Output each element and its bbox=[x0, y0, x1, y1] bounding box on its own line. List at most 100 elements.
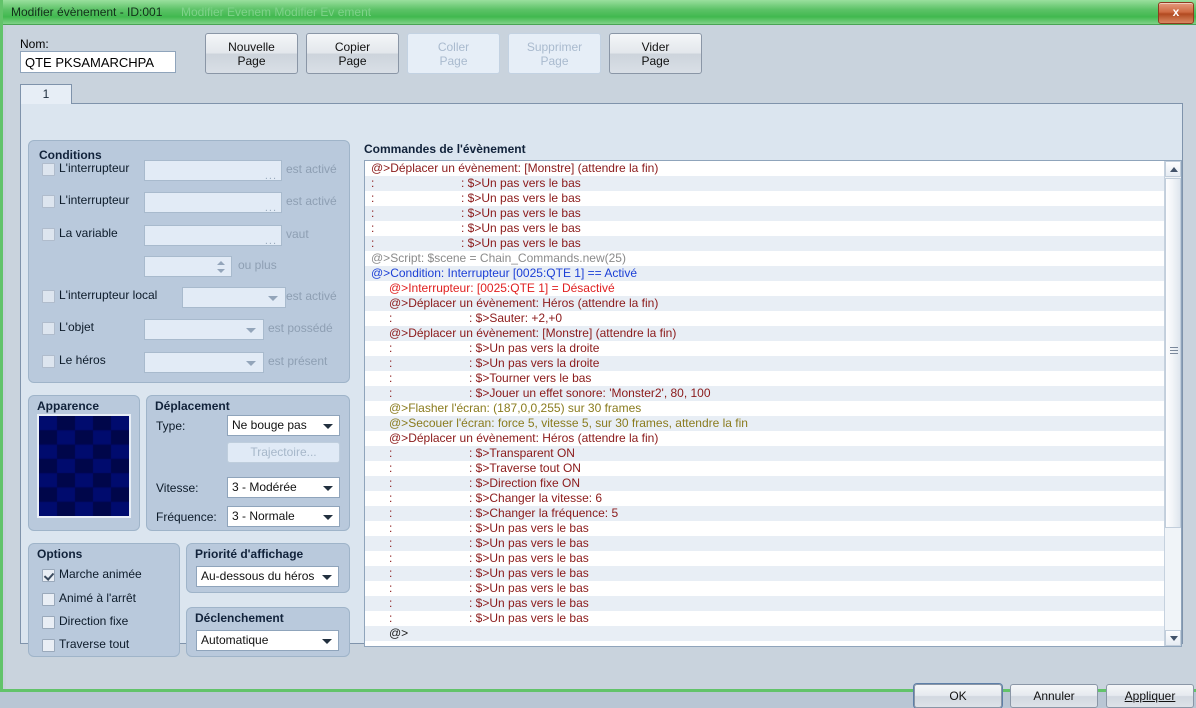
commands-listbox[interactable]: @>Déplacer un évènement: [Monstre] (atte… bbox=[364, 160, 1182, 647]
page-button-line2: Page bbox=[237, 53, 266, 68]
command-row[interactable]: : : $>Changer la vitesse: 6 bbox=[365, 491, 1165, 506]
priorite-combo[interactable]: Au-dessous du héros bbox=[196, 566, 339, 587]
command-row[interactable]: @>Déplacer un évènement: Héros (attendre… bbox=[365, 431, 1165, 446]
condition-spinner-3[interactable] bbox=[144, 256, 232, 277]
command-row[interactable]: @>Flasher l'écran: (187,0,0,255) sur 30 … bbox=[365, 401, 1165, 416]
ok-button[interactable]: OK bbox=[914, 684, 1002, 708]
command-row[interactable]: : : $>Un pas vers le bas bbox=[365, 611, 1165, 626]
condition-field-0[interactable]: ... bbox=[144, 160, 282, 182]
page-button-line2: Page bbox=[338, 53, 367, 68]
condition-checkbox-0[interactable] bbox=[42, 163, 55, 176]
command-row[interactable]: : : $>Un pas vers le bas bbox=[365, 596, 1165, 611]
commands-scrollbar[interactable] bbox=[1164, 161, 1181, 646]
condition-combo-4[interactable] bbox=[182, 287, 286, 308]
condition-suffix-5: est possédé bbox=[268, 321, 333, 335]
command-row[interactable]: : : $>Traverse tout ON bbox=[365, 461, 1165, 476]
command-row[interactable]: : : $>Changer la fréquence: 5 bbox=[365, 506, 1165, 521]
condition-combo-6[interactable] bbox=[144, 352, 264, 373]
command-row[interactable]: @>Déplacer un évènement: [Monstre] (atte… bbox=[365, 326, 1165, 341]
option-checkbox-2[interactable] bbox=[42, 616, 55, 629]
apparence-preview[interactable] bbox=[37, 414, 131, 518]
declenchement-title: Déclenchement bbox=[195, 611, 284, 625]
option-checkbox-1[interactable] bbox=[42, 593, 55, 606]
command-row[interactable]: @>Secouer l'écran: force 5, vitesse 5, s… bbox=[365, 416, 1165, 431]
vitesse-label: Vitesse: bbox=[156, 481, 199, 495]
cancel-button[interactable]: Annuler bbox=[1010, 684, 1098, 708]
command-row[interactable]: @>Déplacer un évènement: [Monstre] (atte… bbox=[365, 161, 1165, 176]
scroll-down-icon[interactable] bbox=[1165, 630, 1181, 646]
type-label: Type: bbox=[156, 419, 186, 433]
browse-ellipsis-icon: ... bbox=[264, 170, 277, 182]
page-button-supprimer: Supprimer Page bbox=[508, 33, 601, 74]
apparence-title: Apparence bbox=[37, 399, 100, 413]
condition-checkbox-1[interactable] bbox=[42, 195, 55, 208]
command-row[interactable]: : : $>Un pas vers la droite bbox=[365, 356, 1165, 371]
command-row[interactable]: : : $>Un pas vers le bas bbox=[365, 236, 1165, 251]
command-row[interactable]: @>Script: $scene = Chain_Commands.new(25… bbox=[365, 251, 1165, 266]
command-row[interactable]: @>Interrupteur: [0025:QTE 1] = Désactivé bbox=[365, 281, 1165, 296]
spinner-up-icon[interactable] bbox=[217, 261, 225, 265]
command-row[interactable]: : : $>Tourner vers le bas bbox=[365, 371, 1165, 386]
page-button-copier[interactable]: Copier Page bbox=[306, 33, 399, 74]
condition-field-2[interactable]: ... bbox=[144, 225, 282, 247]
scrollbar-thumb[interactable] bbox=[1165, 178, 1181, 528]
command-row[interactable]: : : $>Un pas vers le bas bbox=[365, 521, 1165, 536]
condition-suffix-6: est présent bbox=[268, 354, 328, 368]
conditions-title: Conditions bbox=[39, 148, 102, 162]
command-row[interactable]: : : $>Direction fixe ON bbox=[365, 476, 1165, 491]
chevron-down-icon bbox=[323, 515, 333, 520]
command-row[interactable]: : : $>Un pas vers le bas bbox=[365, 221, 1165, 236]
chevron-down-icon bbox=[323, 424, 333, 429]
apply-button: Appliquer bbox=[1106, 684, 1194, 708]
tab-page-1[interactable]: 1 bbox=[20, 84, 72, 105]
command-row[interactable]: : : $>Un pas vers le bas bbox=[365, 206, 1165, 221]
page-button-vider[interactable]: Vider Page bbox=[609, 33, 702, 74]
command-row[interactable]: @> bbox=[365, 626, 1165, 641]
command-row[interactable]: : : $>Un pas vers le bas bbox=[365, 551, 1165, 566]
condition-combo-5[interactable] bbox=[144, 319, 264, 340]
scroll-up-icon[interactable] bbox=[1165, 161, 1181, 177]
option-checkbox-3[interactable] bbox=[42, 639, 55, 652]
condition-field-1[interactable]: ... bbox=[144, 192, 282, 214]
option-checkbox-0[interactable] bbox=[42, 569, 55, 582]
condition-label-0: L'interrupteur bbox=[59, 161, 130, 175]
page-button-nouvelle[interactable]: Nouvelle Page bbox=[205, 33, 298, 74]
spinner-down-icon[interactable] bbox=[217, 269, 225, 273]
page-button-line2: Page bbox=[540, 53, 569, 68]
declenchement-combo[interactable]: Automatique bbox=[196, 630, 339, 651]
command-row[interactable]: : : $>Jouer un effet sonore: 'Monster2',… bbox=[365, 386, 1165, 401]
page-button-line1: Nouvelle bbox=[228, 39, 275, 54]
condition-label-5: L'objet bbox=[59, 320, 94, 334]
option-label-0: Marche animée bbox=[59, 567, 142, 581]
condition-checkbox-6[interactable] bbox=[42, 355, 55, 368]
frequence-combo-value: 3 - Normale bbox=[232, 509, 295, 523]
type-combo[interactable]: Ne bouge pas bbox=[227, 415, 340, 436]
command-row[interactable]: : : $>Un pas vers le bas bbox=[365, 536, 1165, 551]
declenchement-combo-value: Automatique bbox=[201, 633, 269, 647]
condition-checkbox-5[interactable] bbox=[42, 322, 55, 335]
frequence-combo[interactable]: 3 - Normale bbox=[227, 506, 340, 527]
vitesse-combo[interactable]: 3 - Modérée bbox=[227, 477, 340, 498]
priorite-title: Priorité d'affichage bbox=[195, 547, 304, 561]
frequence-label: Fréquence: bbox=[156, 510, 217, 524]
condition-label-4: L'interrupteur local bbox=[59, 288, 158, 302]
commands-title: Commandes de l'évènement bbox=[364, 142, 526, 156]
command-row[interactable]: : : $>Transparent ON bbox=[365, 446, 1165, 461]
command-row[interactable]: : : $>Un pas vers le bas bbox=[365, 581, 1165, 596]
command-row[interactable]: @>Déplacer un évènement: Héros (attendre… bbox=[365, 296, 1165, 311]
close-icon[interactable]: x bbox=[1158, 2, 1194, 24]
command-row[interactable]: : : $>Un pas vers le bas bbox=[365, 191, 1165, 206]
command-row[interactable]: : : $>Un pas vers le bas bbox=[365, 176, 1165, 191]
condition-checkbox-2[interactable] bbox=[42, 228, 55, 241]
page-button-line1: Vider bbox=[641, 39, 670, 54]
command-row[interactable]: : : $>Un pas vers le bas bbox=[365, 566, 1165, 581]
command-row[interactable]: : : $>Un pas vers la droite bbox=[365, 341, 1165, 356]
page-button-line1: Coller bbox=[437, 39, 470, 54]
chevron-down-icon bbox=[246, 328, 256, 333]
command-row[interactable]: @>Condition: Interrupteur [0025:QTE 1] =… bbox=[365, 266, 1165, 281]
commands-list: @>Déplacer un évènement: [Monstre] (atte… bbox=[365, 161, 1165, 641]
condition-checkbox-4[interactable] bbox=[42, 290, 55, 303]
event-name-input[interactable] bbox=[20, 51, 176, 73]
condition-suffix-3: ou plus bbox=[238, 258, 277, 272]
command-row[interactable]: : : $>Sauter: +2,+0 bbox=[365, 311, 1165, 326]
